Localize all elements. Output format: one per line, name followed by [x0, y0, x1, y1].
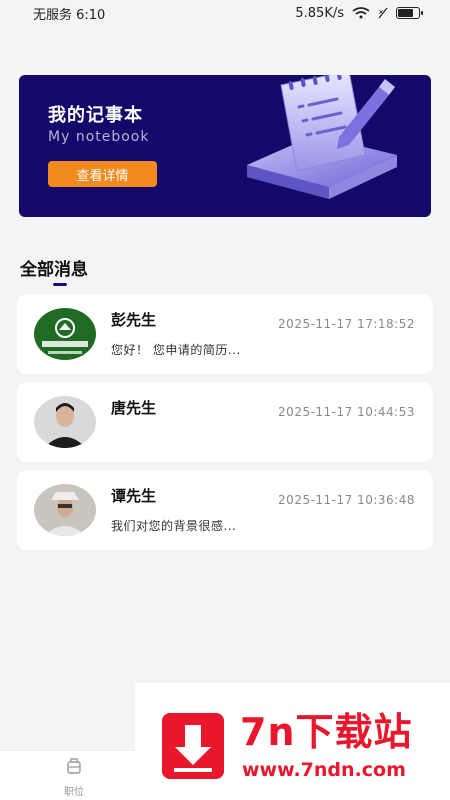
download-logo-icon [162, 713, 224, 779]
status-bar: 无服务 6:10 5.85K/s [0, 0, 450, 26]
tab-label: 职位 [64, 787, 84, 798]
view-details-button[interactable]: 查看详情 [48, 161, 157, 187]
briefcase-icon [67, 758, 81, 774]
notebook-banner[interactable]: 我的记事本 My notebook 查看详情 [19, 75, 431, 217]
all-messages-title: 全部消息 [20, 260, 88, 280]
section-underline [53, 283, 67, 286]
watermark-overlay: 7n下载站 www.7ndn.com [135, 683, 450, 800]
message-item[interactable]: 谭先生 2025-11-17 10:36:48 我们对您的背景很感... [17, 470, 433, 550]
sender-name: 彭先生 [111, 311, 157, 329]
no-signal-icon [378, 7, 388, 19]
banner-subtitle: My notebook [48, 129, 150, 145]
message-time: 2025-11-17 10:36:48 [278, 493, 415, 507]
status-icons: 5.85K/s [295, 5, 423, 21]
sender-name: 谭先生 [111, 487, 157, 505]
tab-jobs[interactable]: 职位 [48, 755, 100, 799]
person-avatar [34, 396, 96, 448]
battery-icon [396, 7, 423, 19]
person-avatar [34, 484, 96, 536]
message-item[interactable]: 彭先生 2025-11-17 17:18:52 您好！ 您申请的简历... [17, 294, 433, 374]
sender-name: 唐先生 [111, 399, 157, 417]
carrier-time: 无服务 6:10 [33, 7, 106, 23]
watermark-url: www.7ndn.com [242, 759, 406, 781]
notebook-illustration-icon [247, 75, 397, 199]
message-time: 2025-11-17 17:18:52 [278, 317, 415, 331]
message-preview: 您好！ 您申请的简历... [111, 343, 241, 357]
message-time: 2025-11-17 10:44:53 [278, 405, 415, 419]
net-speed: 5.85K/s [295, 5, 344, 21]
company-logo-avatar [34, 308, 96, 360]
wifi-icon [352, 7, 370, 19]
watermark-title: 7n下载站 [240, 710, 413, 754]
message-preview: 我们对您的背景很感... [111, 519, 237, 533]
message-item[interactable]: 唐先生 2025-11-17 10:44:53 [17, 382, 433, 462]
banner-title: 我的记事本 [48, 105, 143, 126]
